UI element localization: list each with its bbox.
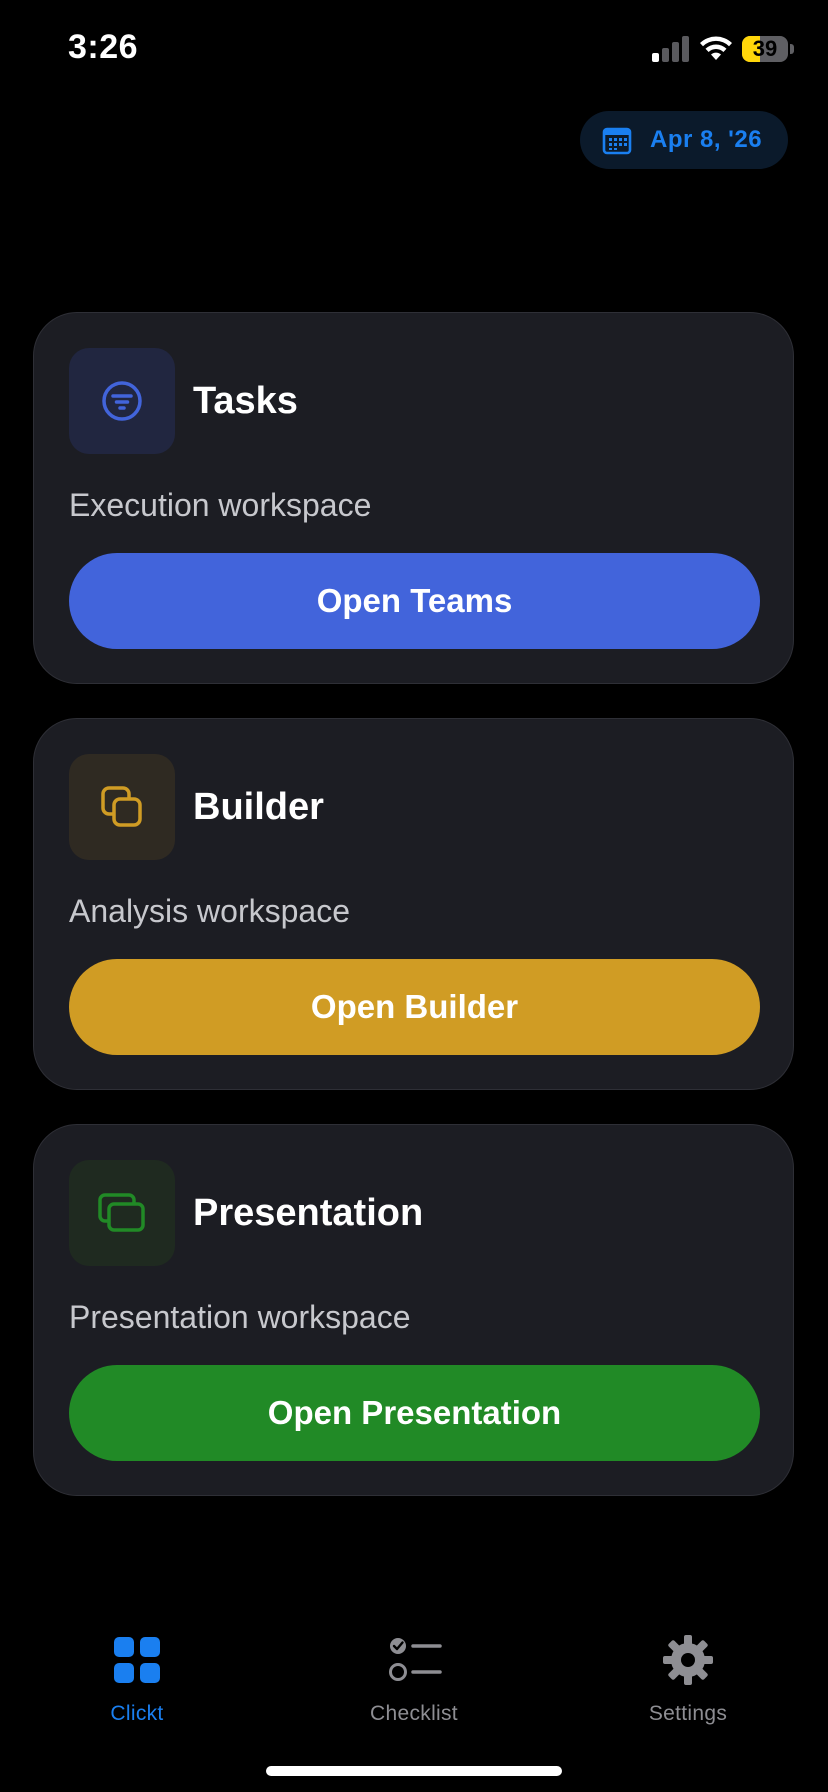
calendar-icon (602, 127, 632, 155)
stacked-windows-icon (98, 1193, 145, 1232)
filter-circle-icon (102, 381, 142, 421)
tab-settings[interactable]: Settings (598, 1634, 778, 1744)
battery-tip (790, 44, 794, 54)
presentation-icon-tile (69, 1160, 175, 1266)
card-subtitle: Presentation workspace (69, 1299, 411, 1335)
open-presentation-button[interactable]: Open Presentation (69, 1365, 760, 1461)
open-builder-button[interactable]: Open Builder (69, 959, 760, 1055)
tab-clickt[interactable]: Clickt (47, 1634, 227, 1744)
card-subtitle: Execution workspace (69, 487, 372, 523)
tab-label: Settings (648, 1702, 728, 1725)
presentation-card: Presentation Presentation workspace Open… (33, 1124, 794, 1496)
checklist-icon (389, 1638, 442, 1681)
battery-icon: 39 (742, 36, 788, 62)
tasks-card: Tasks Execution workspace Open Teams (33, 312, 794, 684)
tab-label: Checklist (370, 1702, 458, 1725)
status-bar: 3:26 39 (0, 0, 828, 100)
home-indicator (266, 1766, 562, 1776)
date-label: Apr 8, '26 (650, 126, 763, 153)
status-time: 3:26 (68, 28, 139, 66)
open-teams-button[interactable]: Open Teams (69, 553, 760, 649)
tab-checklist[interactable]: Checklist (324, 1634, 504, 1744)
gear-icon (663, 1635, 713, 1685)
tab-label: Clickt (110, 1702, 164, 1725)
card-title: Presentation (193, 1192, 424, 1234)
tasks-icon-tile (69, 348, 175, 454)
grid-icon (114, 1637, 160, 1683)
wifi-icon (698, 34, 734, 62)
cellular-signal-icon (652, 36, 690, 62)
builder-card: Builder Analysis workspace Open Builder (33, 718, 794, 1090)
card-subtitle: Analysis workspace (69, 893, 350, 929)
copy-squares-icon (101, 786, 142, 827)
battery-level: 39 (752, 36, 778, 61)
builder-icon-tile (69, 754, 175, 860)
card-title: Tasks (193, 380, 298, 422)
date-button[interactable]: Apr 8, '26 (580, 111, 788, 169)
tab-bar: Clickt Checklist Settings (0, 1610, 828, 1792)
card-title: Builder (193, 786, 324, 828)
